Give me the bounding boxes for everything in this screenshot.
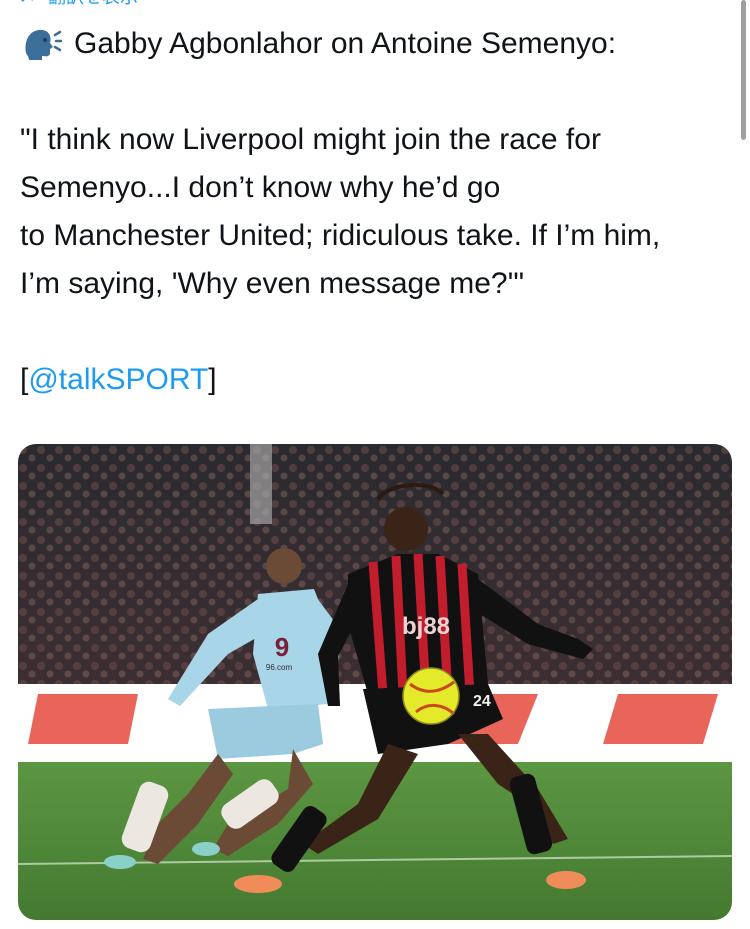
translate-icon [21, 0, 33, 2]
football [402, 667, 460, 725]
source-line: [@talkSPORT] [20, 356, 725, 404]
bournemouth-shirt-sponsor: bj88 [402, 613, 450, 640]
burnley-shirt-number: 9 [275, 632, 289, 662]
quote-line: Semenyo...I don’t know why he’d go [20, 171, 501, 204]
translate-label: 翻訳を表示 [48, 0, 138, 9]
translate-link[interactable]: 翻訳を表示 [20, 0, 138, 9]
quote-paragraph: "I think now Liverpool might join the ra… [20, 116, 725, 308]
quote-line: to Manchester United; ridiculous take. I… [20, 219, 661, 252]
source-bracket-close: ] [208, 363, 217, 396]
scrollbar[interactable] [741, 0, 746, 140]
tweet-body: Gabby Agbonlahor on Antoine Semenyo: "I … [20, 20, 725, 404]
quote-line: "I think now Liverpool might join the ra… [20, 123, 601, 156]
tweet-photo[interactable]: 9 96.com bj88 24 [18, 444, 732, 920]
burnley-shirt-sponsor: 96.com [266, 663, 293, 672]
talksport-mention-link[interactable]: @talkSPORT [28, 363, 208, 396]
quote-line: I’m saying, 'Why even message me?'" [20, 267, 524, 300]
bournemouth-shorts-number: 24 [473, 693, 491, 710]
tweet-heading: Gabby Agbonlahor on Antoine Semenyo: [74, 27, 617, 60]
tweet-heading-row: Gabby Agbonlahor on Antoine Semenyo: [20, 20, 725, 68]
speaking-head-icon [25, 29, 62, 60]
